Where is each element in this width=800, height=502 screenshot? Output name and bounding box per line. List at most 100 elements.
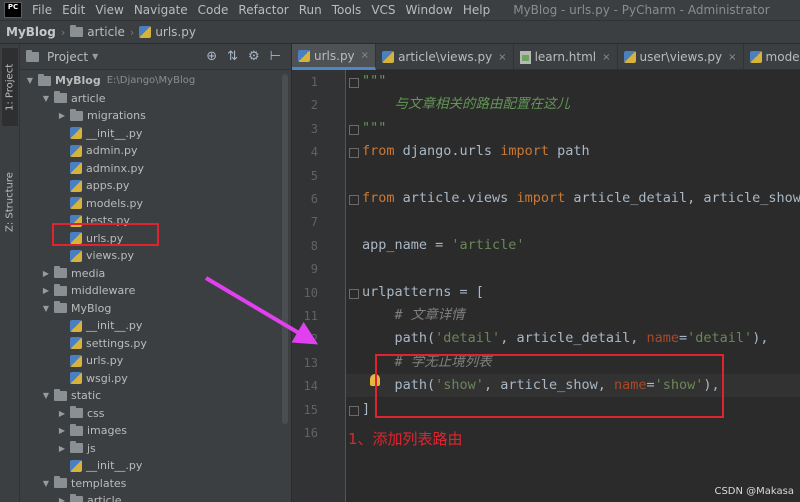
menu-help[interactable]: Help: [458, 3, 495, 17]
tree-folder-row[interactable]: ▶ migrations: [56, 107, 146, 124]
menu-file[interactable]: File: [27, 3, 57, 17]
watermark: CSDN @Makasa: [714, 486, 794, 497]
folder-icon: [70, 493, 83, 502]
tree-file-row[interactable]: __init__.py: [56, 125, 142, 142]
menu-edit[interactable]: Edit: [57, 3, 90, 17]
code-line[interactable]: path('detail', article_detail, name='det…: [346, 327, 800, 350]
tree-file-row[interactable]: models.py: [56, 195, 143, 212]
line-number: 4: [310, 145, 318, 160]
menu-tools[interactable]: Tools: [327, 3, 367, 17]
editor-tab[interactable]: urls.py ×: [292, 44, 377, 70]
tree-scrollbar[interactable]: [282, 74, 288, 424]
tree-item-label: views.py: [86, 249, 135, 262]
editor-tab[interactable]: user\views.py ×: [618, 44, 744, 70]
folder-icon: [70, 25, 84, 37]
chevron-down-icon[interactable]: ▼: [24, 76, 36, 85]
tree-folder-row[interactable]: ▼ templates: [40, 475, 126, 492]
menu-code[interactable]: Code: [193, 3, 234, 17]
breadcrumb-folder[interactable]: article: [70, 25, 125, 39]
menu-vcs[interactable]: VCS: [366, 3, 400, 17]
breadcrumb-separator-icon: ›: [129, 25, 135, 39]
tree-folder-row[interactable]: ▼ article: [40, 90, 106, 107]
tree-file-row[interactable]: __init__.py: [56, 317, 142, 334]
hide-panel-icon[interactable]: ⊢: [270, 49, 281, 64]
code-line[interactable]: """: [346, 70, 800, 93]
tool-tab-structure[interactable]: Z: Structure: [2, 166, 18, 238]
code-token: import: [500, 143, 549, 160]
code-line[interactable]: urlpatterns = [: [346, 281, 800, 304]
tree-file-row[interactable]: apps.py: [56, 177, 129, 194]
tree-folder-row[interactable]: ▼ MyBlog: [40, 300, 111, 317]
menu-refactor[interactable]: Refactor: [233, 3, 293, 17]
tree-folder-row[interactable]: ▶ css: [56, 405, 105, 422]
tree-folder-row[interactable]: ▶ images: [56, 422, 127, 439]
menu-navigate[interactable]: Navigate: [129, 3, 193, 17]
chevron-right-icon[interactable]: ▶: [56, 426, 68, 435]
menu-view[interactable]: View: [90, 3, 128, 17]
close-icon[interactable]: ×: [361, 50, 369, 61]
menu-run[interactable]: Run: [294, 3, 327, 17]
chevron-right-icon[interactable]: ▶: [56, 496, 68, 502]
editor-tab-label: user\views.py: [639, 50, 723, 64]
tree-folder-row[interactable]: ▼ static: [40, 387, 101, 404]
project-path-hint: E:\Django\MyBlog: [106, 75, 196, 86]
code-line[interactable]: from django.urls import path: [346, 140, 800, 163]
code-line[interactable]: # 文章详情: [346, 304, 800, 327]
tree-file-row[interactable]: adminx.py: [56, 160, 144, 177]
chevron-down-icon[interactable]: ▼: [40, 304, 52, 313]
tree-folder-row[interactable]: ▶ js: [56, 440, 96, 457]
editor-tab[interactable]: models.py×: [744, 44, 800, 70]
tree-folder-row[interactable]: ▼ MyBlog E:\Django\MyBlog: [24, 72, 195, 89]
folder-icon: [54, 91, 67, 103]
editor-tab-label: models.py: [765, 50, 800, 64]
code-line[interactable]: """: [346, 117, 800, 140]
chevron-right-icon[interactable]: ▶: [56, 444, 68, 453]
tree-item-label: templates: [71, 476, 127, 490]
tree-folder-row[interactable]: ▶ middleware: [40, 282, 135, 299]
tree-folder-row[interactable]: ▶ article: [56, 492, 122, 502]
close-icon[interactable]: ×: [728, 52, 736, 63]
project-panel-title[interactable]: Project: [47, 50, 88, 64]
code-line[interactable]: [346, 210, 800, 233]
python-file-icon: [298, 49, 310, 62]
chevron-down-icon[interactable]: ▼: [40, 94, 52, 103]
tree-file-row[interactable]: admin.py: [56, 142, 137, 159]
python-file-icon: [70, 197, 82, 209]
code-line[interactable]: 与文章相关的路由配置在这儿: [346, 93, 800, 116]
tree-item-label: __init__.py: [86, 319, 143, 332]
editor-tab[interactable]: article\views.py ×: [376, 44, 514, 70]
breadcrumb-project[interactable]: MyBlog: [6, 25, 56, 39]
tree-file-row[interactable]: views.py: [56, 247, 134, 264]
folder-icon: [54, 266, 67, 278]
python-file-icon: [70, 249, 82, 262]
chevron-down-icon[interactable]: ▼: [40, 479, 52, 488]
chevron-down-icon[interactable]: ▼: [92, 52, 98, 61]
tool-window-strip: 1: Project Z: Structure: [0, 44, 20, 502]
tool-tab-project[interactable]: 1: Project: [2, 48, 18, 126]
menu-window[interactable]: Window: [401, 3, 458, 17]
tree-item-label: __init__.py: [86, 459, 143, 472]
editor-tab[interactable]: learn.html ×: [514, 44, 618, 70]
tree-file-row[interactable]: wsgi.py: [56, 370, 128, 387]
chevron-right-icon[interactable]: ▶: [56, 409, 68, 418]
code-line[interactable]: [346, 257, 800, 280]
code-line[interactable]: [346, 164, 800, 187]
chevron-right-icon[interactable]: ▶: [56, 111, 68, 120]
close-icon[interactable]: ×: [498, 52, 506, 63]
locate-file-icon[interactable]: ⊕: [206, 49, 217, 64]
gear-icon[interactable]: ⚙: [248, 49, 260, 64]
tree-file-row[interactable]: urls.py: [56, 352, 123, 369]
code-line[interactable]: app_name = 'article': [346, 234, 800, 257]
code-line[interactable]: from article.views import article_detail…: [346, 187, 800, 210]
chevron-right-icon[interactable]: ▶: [40, 269, 52, 278]
close-icon[interactable]: ×: [602, 52, 610, 63]
tree-folder-row[interactable]: ▶ media: [40, 265, 105, 282]
line-number: 11: [303, 309, 318, 323]
chevron-right-icon[interactable]: ▶: [40, 286, 52, 295]
chevron-down-icon[interactable]: ▼: [40, 391, 52, 400]
breadcrumb-file[interactable]: urls.py: [139, 25, 196, 39]
collapse-all-icon[interactable]: ⇅: [227, 49, 238, 64]
tree-file-row[interactable]: settings.py: [56, 335, 147, 352]
tree-item-label: MyBlog: [55, 74, 101, 87]
tree-file-row[interactable]: __init__.py: [56, 457, 142, 474]
